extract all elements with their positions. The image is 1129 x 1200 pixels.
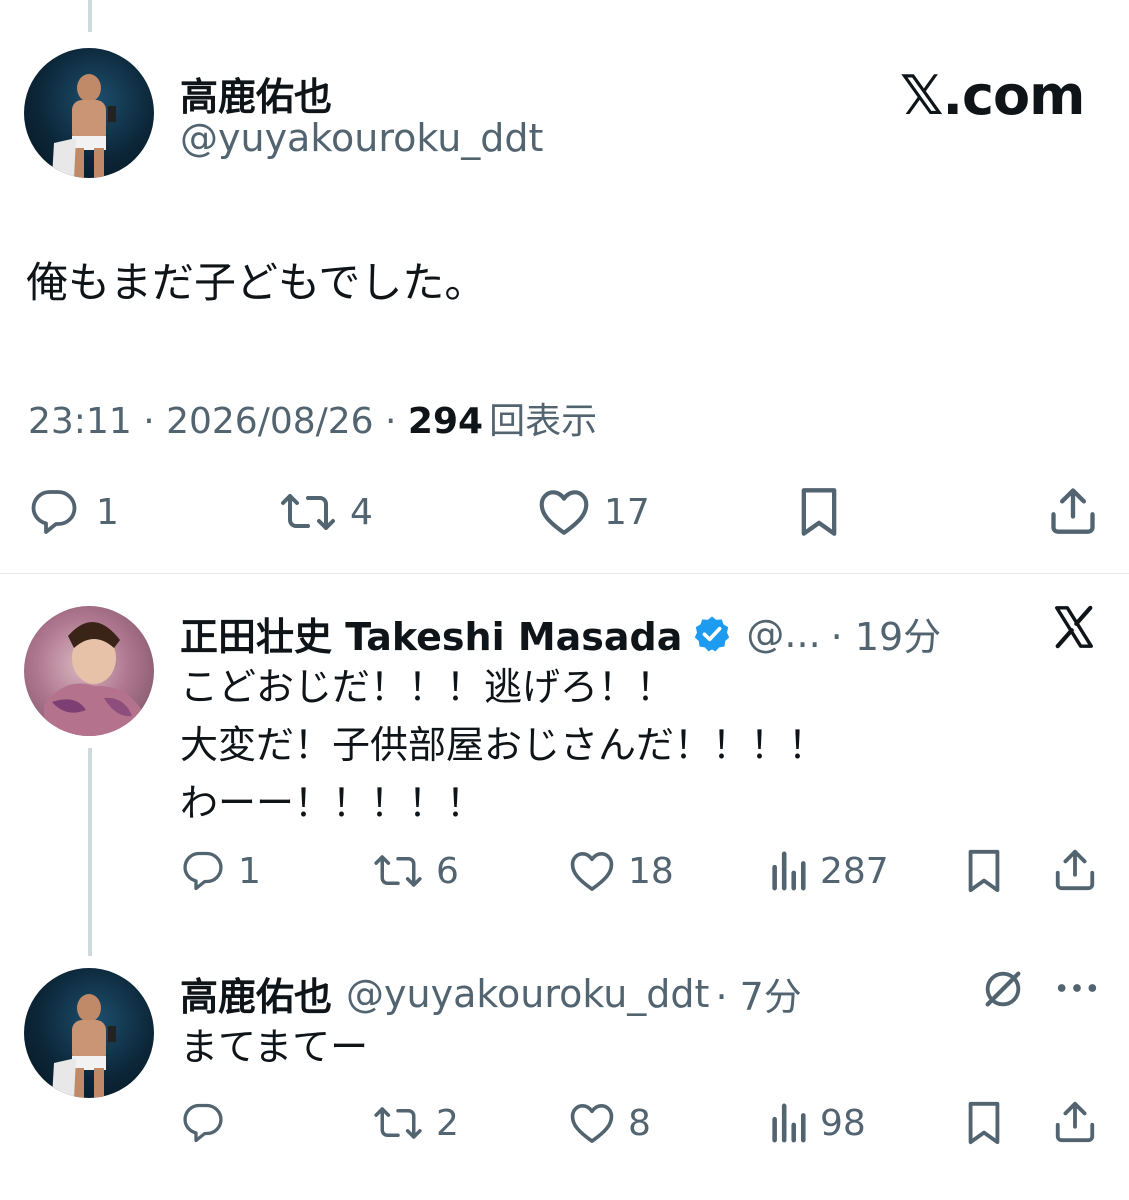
views-count: 294 bbox=[407, 401, 484, 442]
reply1-views-count: 287 bbox=[820, 850, 889, 892]
reply1-reply-button[interactable]: 1 bbox=[180, 850, 261, 892]
grok-icon[interactable] bbox=[980, 966, 1026, 1016]
retweet-icon bbox=[281, 494, 335, 530]
views-icon bbox=[772, 1103, 806, 1143]
reply2-text: まてまてー bbox=[180, 1025, 369, 1069]
bookmark-button[interactable] bbox=[796, 486, 842, 538]
bookmark-icon bbox=[968, 849, 1000, 893]
reply1-avatar[interactable] bbox=[24, 606, 154, 736]
reply2-avatar[interactable] bbox=[24, 968, 154, 1098]
like-button[interactable]: 17 bbox=[536, 488, 650, 536]
share-icon bbox=[1055, 849, 1095, 891]
reply2-bookmark-button[interactable] bbox=[964, 1100, 1004, 1146]
verified-badge-icon bbox=[695, 616, 730, 651]
reply1-like-count: 18 bbox=[628, 850, 674, 892]
reply1-line-3: わーー！！！！！ bbox=[180, 781, 485, 825]
reply1-header: 正田壮史 Takeshi Masada @... · 19分 bbox=[180, 606, 941, 661]
reply1-like-button[interactable]: 18 bbox=[568, 850, 674, 892]
tweet-text: 俺もまだ子どもでした。 bbox=[26, 258, 487, 307]
share-icon bbox=[1051, 488, 1095, 534]
tweet-time[interactable]: 23:11 · 2026/08/26 · bbox=[28, 401, 408, 442]
reply1-line-2: 大変だ！子供部屋おじさんだ！！！！ bbox=[180, 723, 827, 767]
reply2-share-button[interactable] bbox=[1052, 1098, 1098, 1144]
reply2-like-button[interactable]: 8 bbox=[568, 1102, 651, 1144]
thread-line-top bbox=[88, 0, 92, 32]
retweet-button[interactable]: 4 bbox=[278, 488, 373, 536]
reply1-text: こどおじだ！！！逃げろ！！ 大変だ！子供部屋おじさんだ！！！！ わーー！！！！！ bbox=[180, 658, 826, 832]
avatar[interactable] bbox=[24, 48, 154, 178]
retweet-icon bbox=[374, 855, 422, 887]
x-logo-icon[interactable] bbox=[1050, 604, 1098, 654]
author-name[interactable]: 高鹿佑也 bbox=[180, 66, 332, 121]
thread-line-reply bbox=[88, 748, 92, 956]
reply2-time[interactable]: · 7分 bbox=[715, 966, 801, 1021]
reply1-line-1: こどおじだ！！！逃げろ！！ bbox=[180, 665, 675, 709]
share-button[interactable] bbox=[1046, 484, 1100, 536]
divider bbox=[0, 573, 1129, 574]
like-icon bbox=[570, 1104, 614, 1143]
reply2-retweet-count: 2 bbox=[436, 1102, 459, 1144]
bookmark-icon bbox=[968, 1101, 1000, 1145]
tweet-meta: 23:11 · 2026/08/26 · 294 回表示 bbox=[28, 392, 597, 444]
reply2-like-count: 8 bbox=[628, 1102, 651, 1144]
x-com-brand: 𝕏.com bbox=[900, 64, 1085, 127]
reply2-handle[interactable]: @yuyakouroku_ddt bbox=[346, 972, 709, 1016]
reply2-header: 高鹿佑也 @yuyakouroku_ddt · 7分 bbox=[180, 966, 802, 1021]
reply1-handle[interactable]: @... bbox=[746, 612, 820, 656]
reply1-time[interactable]: · 19分 bbox=[831, 606, 942, 661]
bookmark-icon bbox=[801, 488, 837, 536]
reply-count: 1 bbox=[96, 491, 119, 533]
reply-icon bbox=[183, 1103, 223, 1143]
share-icon bbox=[1055, 1101, 1095, 1143]
like-count: 17 bbox=[604, 491, 650, 533]
reply2-views-count: 98 bbox=[820, 1102, 866, 1144]
reply2-views-button[interactable]: 98 bbox=[768, 1102, 866, 1144]
like-icon bbox=[539, 490, 589, 535]
reply2-retweet-button[interactable]: 2 bbox=[372, 1102, 459, 1144]
reply2-author-name[interactable]: 高鹿佑也 bbox=[180, 966, 332, 1021]
more-icon[interactable] bbox=[1054, 976, 1100, 1004]
reply1-bookmark-button[interactable] bbox=[964, 848, 1004, 894]
reply-icon bbox=[31, 490, 77, 534]
reply-button[interactable]: 1 bbox=[28, 488, 119, 536]
reply1-retweet-button[interactable]: 6 bbox=[372, 850, 459, 892]
views-label: 回表示 bbox=[489, 401, 598, 442]
retweet-icon bbox=[374, 1107, 422, 1139]
like-icon bbox=[570, 852, 614, 891]
reply1-share-button[interactable] bbox=[1052, 846, 1098, 892]
reply1-retweet-count: 6 bbox=[436, 850, 459, 892]
author-handle[interactable]: @yuyakouroku_ddt bbox=[180, 116, 543, 160]
retweet-count: 4 bbox=[350, 491, 373, 533]
reply1-views-button[interactable]: 287 bbox=[768, 850, 889, 892]
reply1-author-name[interactable]: 正田壮史 Takeshi Masada bbox=[180, 606, 682, 661]
reply2-reply-button[interactable] bbox=[180, 1102, 238, 1144]
reply-icon bbox=[183, 851, 223, 891]
reply1-reply-count: 1 bbox=[238, 850, 261, 892]
views-icon bbox=[772, 851, 806, 891]
